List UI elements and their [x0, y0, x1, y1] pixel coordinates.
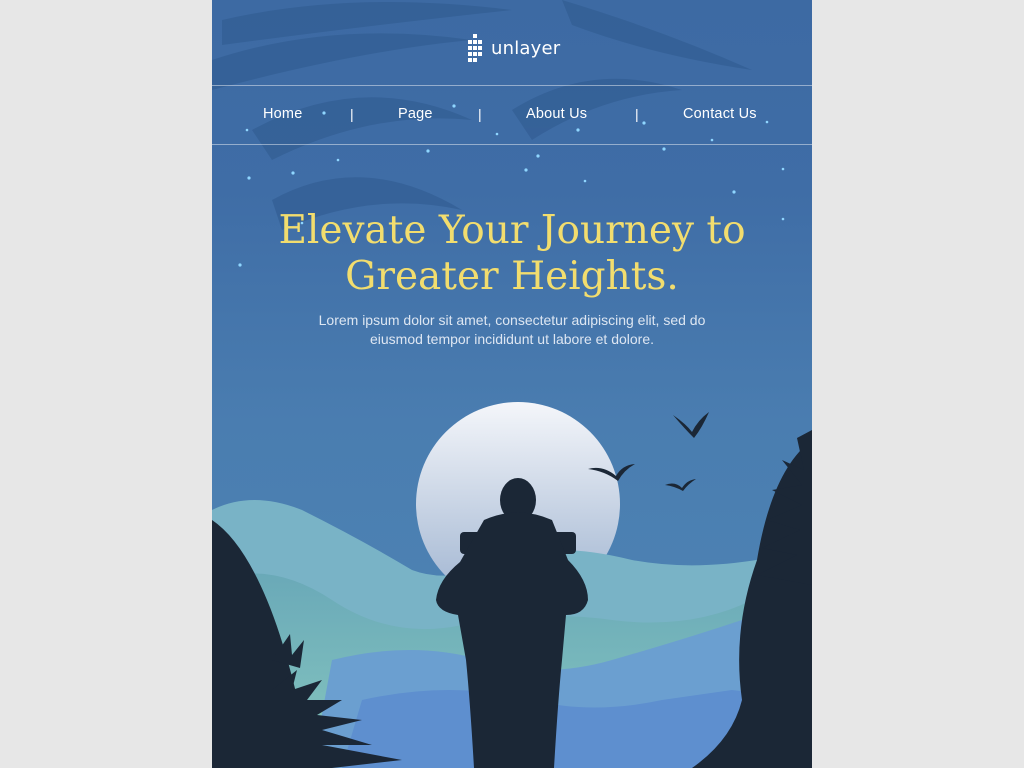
main-nav: Home | Page | About Us | Contact Us	[212, 85, 812, 145]
nav-separator: |	[350, 106, 354, 122]
email-page: unlayer Home | Page | About Us | Contact…	[212, 0, 812, 768]
nav-item-contact-us[interactable]: Contact Us	[683, 106, 757, 122]
nav-separator: |	[478, 106, 482, 122]
hero-subtitle-line-2: eiusmod tempor incididunt ut labore et d…	[369, 331, 655, 347]
nav-item-about-us[interactable]: About Us	[526, 106, 587, 122]
nav-item-page[interactable]: Page	[398, 106, 433, 122]
hero-subtitle-line-1: Lorem ipsum dolor sit amet, consectetur …	[318, 312, 706, 328]
nav-item-home[interactable]: Home	[263, 106, 302, 122]
hero-title: Elevate Your Journey to Greater Heights.	[212, 208, 812, 300]
nav-separator: |	[635, 106, 639, 122]
hero-title-line-1: Elevate Your Journey to	[278, 208, 746, 253]
hero-title-line-2: Greater Heights.	[345, 254, 679, 299]
unlayer-grid-logo-icon	[468, 34, 482, 62]
brand-logo[interactable]: unlayer	[468, 33, 560, 63]
hero-subtitle: Lorem ipsum dolor sit amet, consectetur …	[292, 311, 732, 349]
header: unlayer	[212, 0, 812, 86]
brand-name: unlayer	[491, 37, 561, 59]
